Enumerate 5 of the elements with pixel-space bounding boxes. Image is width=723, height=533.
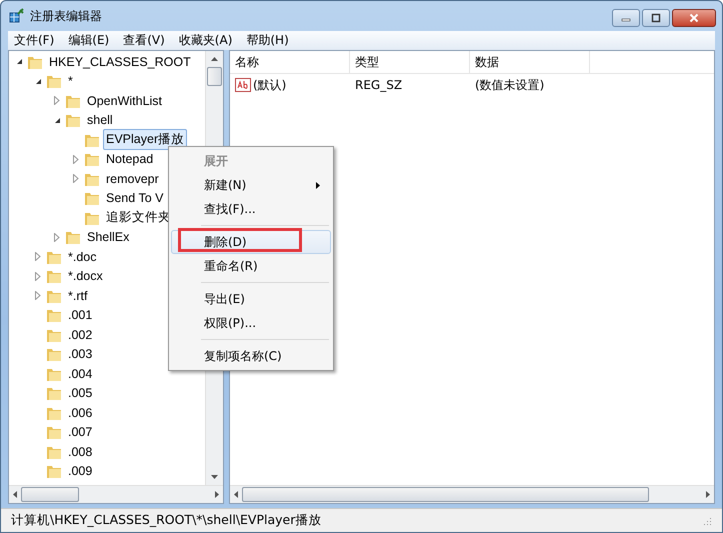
table-cell-text: (数值未设置) <box>474 76 546 94</box>
window-title: 注册表编辑器 <box>30 8 102 24</box>
table-cell: (默认) <box>253 76 286 94</box>
status-path: 计算机\HKEY_CLASSES_ROOT\*\shell\EVPlayer播放 <box>11 512 322 529</box>
table-cell-text: REG_SZ <box>354 78 404 92</box>
